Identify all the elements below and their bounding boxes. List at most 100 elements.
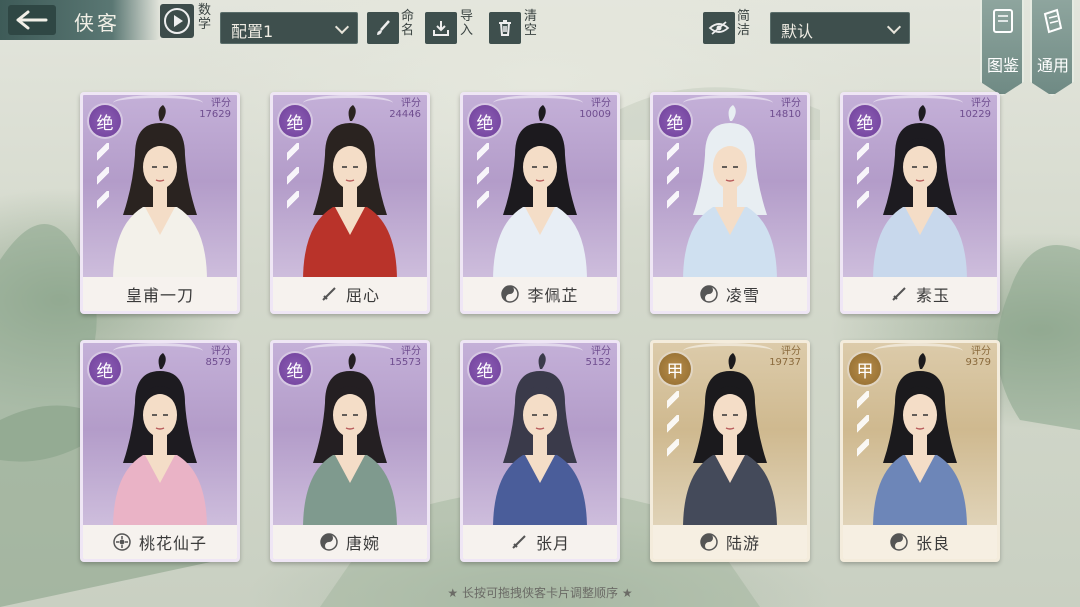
- score-block: 评分 17629: [199, 98, 231, 120]
- play-button[interactable]: [160, 4, 194, 38]
- hint-star-icon: ★: [447, 586, 462, 600]
- card-decoration: [113, 343, 203, 359]
- flower-icon: [113, 533, 131, 551]
- brush-icon: [377, 20, 390, 35]
- back-button-bar: 侠客: [0, 0, 160, 40]
- blade-icon: [287, 191, 299, 211]
- eye-slash-icon: [708, 21, 730, 35]
- grade-badge: 绝: [467, 351, 503, 387]
- rename-button[interactable]: [367, 12, 399, 44]
- hero-name: 唐婉: [345, 534, 380, 553]
- hero-card[interactable]: 甲 评分 9379 张良: [840, 340, 1000, 562]
- blade-icon: [857, 167, 869, 187]
- config-select[interactable]: 配置1: [220, 12, 358, 44]
- score-label: 评分: [781, 346, 801, 357]
- grade-badge: 绝: [87, 103, 123, 139]
- card-decoration: [873, 95, 963, 111]
- play-label: 数学: [198, 3, 212, 32]
- score-label: 评分: [401, 346, 421, 357]
- top-bar: 侠客 数学 配置1 命名 导入 清空 简洁 默认 图鉴 通用: [0, 0, 1080, 96]
- general-tab[interactable]: 通用: [1030, 0, 1074, 96]
- blade-icon: [477, 143, 489, 163]
- simple-toggle[interactable]: [703, 12, 735, 44]
- hero-card[interactable]: 绝 评分 10229 素玉: [840, 92, 1000, 314]
- blade-icon: [477, 167, 489, 187]
- hero-card[interactable]: 绝 评分 8579 桃花仙子: [80, 340, 240, 562]
- hero-card[interactable]: 绝 评分 15573 唐婉: [270, 340, 430, 562]
- score-label: 评分: [781, 98, 801, 109]
- star-level: [667, 391, 681, 463]
- taiji-icon: [320, 533, 338, 551]
- hero-name-bar: 凌雪: [653, 277, 807, 311]
- card-decoration: [303, 95, 393, 111]
- blade-icon: [667, 143, 679, 163]
- score-label: 评分: [591, 346, 611, 357]
- grade-badge: 绝: [847, 103, 883, 139]
- import-icon: [433, 21, 449, 36]
- card-decoration: [303, 343, 393, 359]
- score-block: 评分 24446: [389, 98, 421, 120]
- taiji-icon: [890, 533, 908, 551]
- blade-icon: [667, 415, 679, 435]
- general-tab-label: 通用: [1037, 56, 1070, 75]
- blade-icon: [477, 191, 489, 211]
- play-icon: [164, 8, 190, 34]
- chevron-down-icon: [334, 19, 350, 35]
- blade-icon: [857, 391, 869, 411]
- hero-card[interactable]: 绝 评分 5152 张月: [460, 340, 620, 562]
- import-button[interactable]: [425, 12, 457, 44]
- score-value: 10009: [579, 109, 611, 120]
- simple-label: 简洁: [737, 9, 751, 38]
- hero-name: 屈心: [345, 286, 380, 305]
- back-button[interactable]: [8, 5, 56, 35]
- hero-name-bar: 唐婉: [273, 525, 427, 559]
- hero-card[interactable]: 甲 评分 19737 陆游: [650, 340, 810, 562]
- blade-icon: [287, 167, 299, 187]
- hero-card[interactable]: 绝 评分 14810 凌雪: [650, 92, 810, 314]
- card-decoration: [683, 95, 773, 111]
- blade-icon: [667, 391, 679, 411]
- score-block: 评分 5152: [586, 346, 611, 368]
- score-label: 评分: [971, 346, 991, 357]
- grade-badge: 绝: [277, 351, 313, 387]
- hero-name: 张良: [915, 534, 950, 553]
- score-label: 评分: [211, 346, 231, 357]
- score-value: 24446: [389, 109, 421, 120]
- sort-select[interactable]: 默认: [770, 12, 910, 44]
- book-icon: [993, 9, 1013, 33]
- grade-badge: 甲: [847, 351, 883, 387]
- hero-name-bar: 陆游: [653, 525, 807, 559]
- taiji-icon: [501, 285, 520, 303]
- card-decoration: [493, 95, 583, 111]
- sword-icon: [892, 287, 906, 301]
- blade-icon: [97, 167, 109, 187]
- trash-icon: [499, 20, 511, 36]
- hero-card[interactable]: 绝 评分 10009 李佩芷: [460, 92, 620, 314]
- blade-icon: [97, 191, 109, 211]
- score-block: 评分 14810: [769, 98, 801, 120]
- blade-icon: [857, 439, 869, 459]
- taiji-icon: [700, 285, 718, 303]
- hero-name: 李佩芷: [527, 286, 579, 305]
- blade-icon: [667, 439, 679, 459]
- star-level: [477, 143, 491, 215]
- score-value: 5152: [585, 357, 611, 368]
- hero-card[interactable]: 绝 评分 17629 皇甫一刀: [80, 92, 240, 314]
- score-value: 17629: [199, 109, 231, 120]
- star-level: [97, 143, 111, 215]
- atlas-tab[interactable]: 图鉴: [980, 0, 1024, 96]
- chevron-down-icon: [886, 19, 902, 35]
- score-block: 评分 8579: [206, 346, 231, 368]
- hero-name: 张月: [535, 534, 570, 553]
- blade-icon: [287, 143, 299, 163]
- card-decoration: [683, 343, 773, 359]
- card-decoration: [873, 343, 963, 359]
- score-label: 评分: [591, 98, 611, 109]
- hero-card[interactable]: 绝 评分 24446 屈心: [270, 92, 430, 314]
- hero-name-bar: 素玉: [843, 277, 997, 311]
- taiji-icon: [700, 533, 718, 551]
- scroll-icon: [1043, 8, 1063, 34]
- clear-button[interactable]: [489, 12, 521, 44]
- hero-name: 桃花仙子: [138, 534, 207, 553]
- hero-name-bar: 张良: [843, 525, 997, 559]
